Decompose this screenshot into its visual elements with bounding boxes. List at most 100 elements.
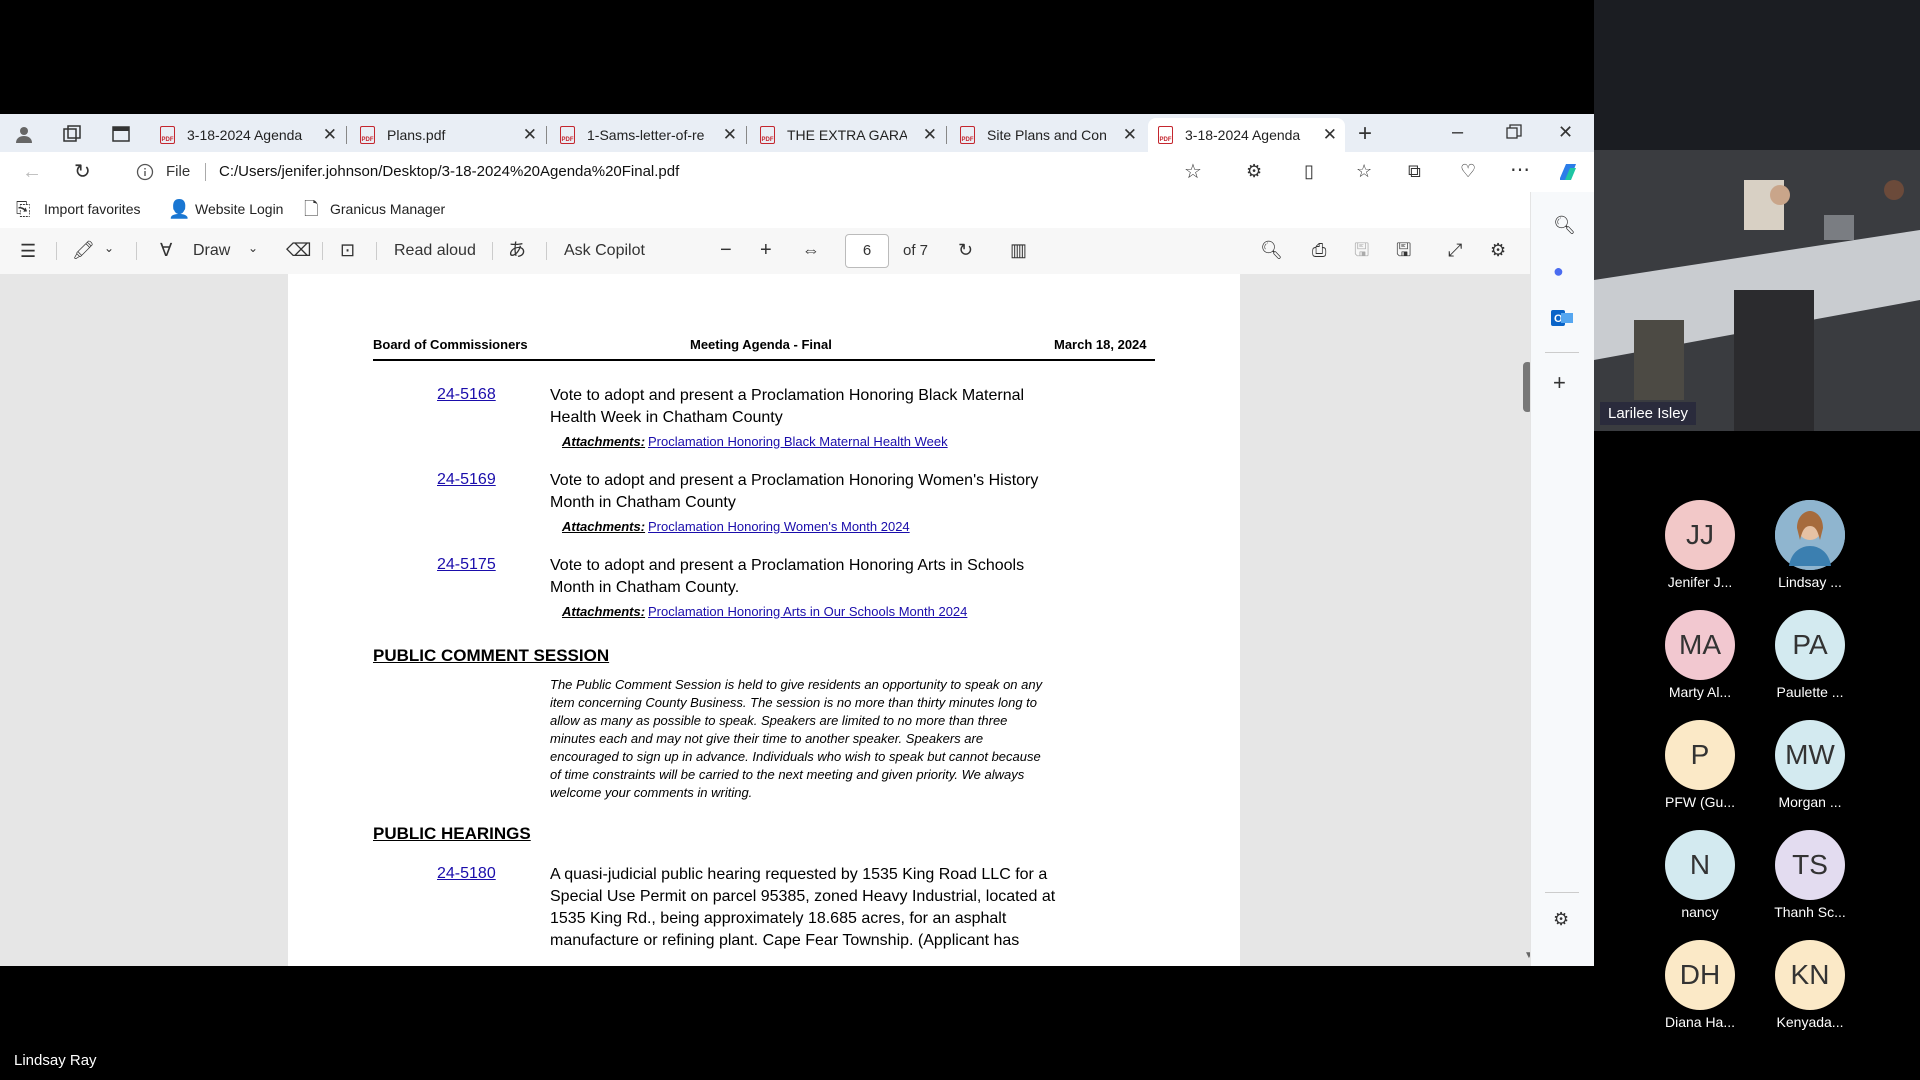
agenda-item-text: Vote to adopt and present a Proclamation… <box>550 557 1025 596</box>
close-icon[interactable]: ✕ <box>1123 125 1137 145</box>
participant-tile[interactable]: MA Marty Al... <box>1645 610 1755 700</box>
settings-icon[interactable]: ⚙ <box>1553 910 1569 928</box>
vertical-tabs-icon[interactable] <box>111 124 131 147</box>
search-icon[interactable]: 🔍︎ <box>1260 241 1283 259</box>
attachment-link[interactable]: Proclamation Honoring Black Maternal Hea… <box>648 434 948 449</box>
new-tab-icon[interactable]: + <box>1358 122 1372 146</box>
pdf-icon: PDF <box>360 126 375 144</box>
workspaces-icon[interactable] <box>62 124 82 147</box>
avatar: JJ <box>1665 500 1735 570</box>
agenda-item-link[interactable]: 24-5180 <box>437 865 496 883</box>
draw-icon[interactable]: ∀ <box>160 241 172 259</box>
close-icon[interactable]: ✕ <box>923 125 937 145</box>
save-icon[interactable]: 🖫 <box>1354 241 1369 259</box>
zoom-in-icon[interactable]: + <box>760 240 772 260</box>
print-icon[interactable]: ⎙ <box>1312 241 1326 259</box>
rotate-icon[interactable]: ↻ <box>958 241 973 259</box>
participant-tile[interactable]: DH Diana Ha... <box>1645 940 1755 1030</box>
favorite-import[interactable]: Import favorites <box>44 201 140 217</box>
browser-window: PDF 3-18-2024 Agenda ✕ PDF Plans.pdf ✕ P… <box>0 114 1594 966</box>
eraser-icon[interactable]: ⌫ <box>286 241 311 259</box>
video-participant-label: Larilee Isley <box>1600 402 1697 425</box>
agenda-item-link[interactable]: 24-5175 <box>437 556 496 574</box>
tab-sams-letter[interactable]: PDF 1-Sams-letter-of-re ✕ <box>550 118 745 152</box>
participant-name: Thanh Sc... <box>1774 904 1846 920</box>
tab-agenda-active[interactable]: PDF 3-18-2024 Agenda ✕ <box>1148 118 1345 152</box>
participant-tile[interactable]: KN Kenyada... <box>1755 940 1865 1030</box>
profile-icon[interactable] <box>14 124 34 147</box>
attachment-link[interactable]: Proclamation Honoring Women's Month 2024 <box>648 519 910 534</box>
video-feed <box>1594 0 1920 431</box>
participant-tile[interactable]: Nnancy <box>1645 830 1755 920</box>
favorites-icon[interactable]: ☆ <box>1356 162 1372 180</box>
page-count: of 7 <box>903 242 929 259</box>
zoom-out-icon[interactable]: − <box>720 240 732 260</box>
participant-tile[interactable]: TS Thanh Sc... <box>1755 830 1865 920</box>
read-aloud-button[interactable]: Read aloud <box>394 242 476 260</box>
fit-width-icon[interactable]: ⇔ <box>802 241 820 259</box>
collections-icon[interactable]: ⧉ <box>1408 162 1421 180</box>
favorite-granicus[interactable]: Granicus Manager <box>330 201 445 217</box>
page-number-input[interactable]: 6 <box>845 234 889 268</box>
participant-tile[interactable]: P PFW (Gu... <box>1645 720 1755 810</box>
doc-header-left: Board of Commissioners <box>373 337 528 352</box>
scrollbar-thumb[interactable] <box>1523 362 1530 412</box>
url-input[interactable]: C:/Users/jenifer.johnson/Desktop/3-18-20… <box>219 163 679 180</box>
copilot-sidebar-icon[interactable]: ● <box>1553 262 1564 280</box>
close-window-icon[interactable]: ✕ <box>1558 123 1573 141</box>
ask-copilot-button[interactable]: Ask Copilot <box>564 242 645 260</box>
close-icon[interactable]: ✕ <box>1323 125 1337 145</box>
participant-tile[interactable]: MW Morgan ... <box>1755 720 1865 810</box>
settings-icon[interactable]: ⚙ <box>1490 241 1506 259</box>
minimize-icon[interactable]: – <box>1452 122 1463 142</box>
draw-button[interactable]: Draw <box>193 242 230 260</box>
tab-site-plans[interactable]: PDF Site Plans and Cons ✕ <box>950 118 1145 152</box>
copilot-icon[interactable] <box>1556 160 1580 187</box>
fullscreen-icon[interactable]: ⤢ <box>1448 241 1462 259</box>
chevron-down-icon[interactable]: ⌄ <box>104 242 114 254</box>
participant-tile[interactable]: Lindsay ... <box>1755 500 1865 590</box>
chevron-down-icon[interactable]: ⌄ <box>248 242 258 254</box>
participant-name: Marty Al... <box>1668 684 1732 700</box>
contents-icon[interactable]: ☰ <box>20 242 36 260</box>
pdf-icon: PDF <box>560 126 575 144</box>
search-icon[interactable]: 🔍︎ <box>1553 216 1576 234</box>
tab-extra-garage[interactable]: PDF THE EXTRA GARAGE ✕ <box>750 118 945 152</box>
participant-name: nancy <box>1681 904 1719 920</box>
tab-plans[interactable]: PDF Plans.pdf ✕ <box>350 118 545 152</box>
page-view-icon[interactable]: ▥ <box>1010 241 1027 259</box>
translate-icon[interactable]: あ <box>508 241 526 259</box>
participant-tile[interactable]: PA Paulette ... <box>1755 610 1865 700</box>
close-icon[interactable]: ✕ <box>523 125 537 145</box>
agenda-item-link[interactable]: 24-5169 <box>437 471 496 489</box>
back-icon[interactable]: ← <box>22 162 42 182</box>
favorite-website-login[interactable]: Website Login <box>195 201 283 217</box>
agenda-item-link[interactable]: 24-5168 <box>437 386 496 404</box>
text-box-icon[interactable]: ⊡ <box>340 241 355 259</box>
attachment-link[interactable]: Proclamation Honoring Arts in Our School… <box>648 604 967 619</box>
split-screen-icon[interactable]: ▯ <box>1304 162 1314 180</box>
restore-icon[interactable] <box>1506 124 1522 143</box>
pdf-viewer[interactable]: Board of Commissioners Meeting Agenda - … <box>0 274 1530 966</box>
save-as-icon[interactable]: 🖫 <box>1396 241 1411 259</box>
browser-essentials-icon[interactable]: ♡ <box>1460 162 1476 180</box>
more-icon[interactable]: ⋯ <box>1510 160 1530 180</box>
pdf-icon: PDF <box>1158 126 1173 144</box>
refresh-icon[interactable]: ↻ <box>74 162 91 182</box>
extensions-icon[interactable]: ⚙ <box>1246 162 1262 180</box>
favorite-star-icon[interactable]: ☆ <box>1184 162 1202 182</box>
close-icon[interactable]: ✕ <box>723 125 737 145</box>
highlight-icon[interactable]: 🖍 <box>72 241 95 259</box>
avatar-initials: KN <box>1790 959 1830 990</box>
tab-agenda-1[interactable]: PDF 3-18-2024 Agenda ✕ <box>150 118 345 152</box>
outlook-icon[interactable]: O <box>1551 308 1573 331</box>
info-icon[interactable] <box>136 163 154 184</box>
agenda-item-text: Vote to adopt and present a Proclamation… <box>550 472 1039 511</box>
participant-tile[interactable]: JJ Jenifer J... <box>1645 500 1755 590</box>
pdf-icon: PDF <box>760 126 775 144</box>
public-hearings-heading: PUBLIC HEARINGS <box>373 824 531 843</box>
add-icon[interactable]: + <box>1553 372 1566 394</box>
agenda-item-text: Vote to adopt and present a Proclamation… <box>550 387 1025 426</box>
pdf-page: Board of Commissioners Meeting Agenda - … <box>288 274 1240 966</box>
close-icon[interactable]: ✕ <box>323 125 337 145</box>
